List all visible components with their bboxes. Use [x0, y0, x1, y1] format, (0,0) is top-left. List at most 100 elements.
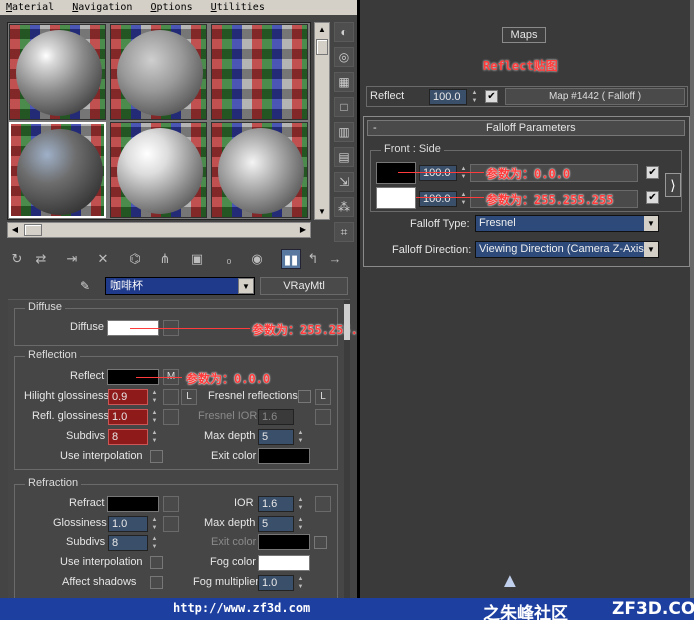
menu-options[interactable]: Options [150, 2, 192, 13]
falloff-direction-select[interactable]: Viewing Direction (Camera Z-Axis) [475, 241, 659, 258]
collapse-icon[interactable]: - [373, 122, 377, 134]
spinner-icon[interactable]: ▲ ▼ [150, 429, 159, 445]
chevron-down-icon[interactable]: ▼ [644, 216, 658, 231]
fog-color-swatch[interactable] [258, 555, 310, 571]
exit-color-swatch[interactable] [258, 448, 310, 464]
spinner-icon[interactable]: ▲ ▼ [150, 516, 159, 532]
material-name-field[interactable]: 咖啡杯 [105, 277, 255, 295]
spinner-icon[interactable]: ▲ ▼ [296, 496, 305, 512]
put-to-library-icon[interactable]: ▣ [187, 249, 207, 269]
background-icon[interactable]: ▦ [334, 72, 354, 92]
sample-slot[interactable] [110, 24, 207, 120]
refract-map-button[interactable] [163, 496, 179, 512]
slots-horizontal-scrollbar[interactable]: ◀ ▶ [7, 222, 311, 238]
swap-colors-icon[interactable]: ⟩ [665, 173, 681, 197]
backlight-icon[interactable]: ◎ [334, 47, 354, 67]
spinner-icon[interactable]: ▲ ▼ [150, 389, 159, 405]
eyedropper-icon[interactable]: ✎ [80, 277, 98, 295]
scroll-thumb[interactable] [344, 304, 350, 340]
side-amount-field[interactable]: 100.0 [419, 191, 457, 207]
sample-type-icon[interactable]: ◐ [334, 22, 354, 42]
spinner-icon[interactable]: ▲ ▼ [150, 535, 159, 551]
go-forward-icon[interactable]: → [325, 249, 345, 269]
falloff-rollout-header[interactable]: - Falloff Parameters [367, 120, 685, 136]
scroll-up-icon[interactable]: ▲ [316, 24, 328, 36]
scroll-thumb[interactable] [316, 39, 328, 55]
scroll-thumb[interactable] [24, 224, 42, 236]
spinner-icon[interactable]: ▲ ▼ [296, 429, 305, 445]
fresnel-reflections-checkbox[interactable] [298, 390, 311, 403]
select-by-material-icon[interactable]: ⁂ [334, 197, 354, 217]
refraction-interpolation-checkbox[interactable] [150, 556, 163, 569]
hilight-lock-button[interactable]: L [181, 389, 197, 405]
reset-map-icon[interactable]: ✕ [93, 249, 113, 269]
copy-material-icon[interactable]: ⌬ [125, 249, 145, 269]
fog-multiplier-field[interactable]: 1.0 [258, 575, 294, 591]
refraction-glossiness-field[interactable]: 1.0 [108, 516, 148, 532]
slots-vertical-scrollbar[interactable]: ▲ ▼ [314, 22, 330, 220]
refraction-exit-color-swatch[interactable] [258, 534, 310, 550]
go-to-parent-icon[interactable]: ↰ [303, 249, 323, 269]
sample-slot[interactable] [211, 122, 308, 218]
ior-map-button[interactable] [315, 496, 331, 512]
reflect-map-button[interactable]: Map #1442 ( Falloff ) [505, 88, 685, 105]
affect-shadows-checkbox[interactable] [150, 576, 163, 589]
menu-navigation[interactable]: Navigation [72, 2, 132, 13]
refraction-max-depth-field[interactable]: 5 [258, 516, 294, 532]
fresnel-ior-field[interactable]: 1.6 [258, 409, 294, 425]
spinner-icon[interactable]: ▲ ▼ [150, 409, 159, 425]
put-to-scene-icon[interactable]: ⇄ [31, 249, 51, 269]
reflect-map-checkbox[interactable]: ✔ [485, 90, 498, 103]
front-map-checkbox[interactable]: ✔ [646, 166, 659, 179]
reflect-amount-field[interactable]: 100.0 [429, 89, 467, 105]
video-check-icon[interactable]: ▥ [334, 122, 354, 142]
sample-slot[interactable] [211, 24, 308, 120]
fresnel-lock-button[interactable]: L [315, 389, 331, 405]
spinner-icon[interactable]: ▲ ▼ [459, 165, 468, 181]
make-unique-icon[interactable]: ⋔ [155, 249, 175, 269]
spinner-icon[interactable]: ▲ ▼ [470, 89, 479, 105]
exit-color-checkbox[interactable] [314, 536, 327, 549]
show-map-icon[interactable]: ◉ [247, 249, 267, 269]
menu-utilities[interactable]: Utilities [211, 2, 265, 13]
material-id-icon[interactable]: ₀ [219, 249, 239, 269]
hilight-map-button[interactable] [163, 389, 179, 405]
material-type-button[interactable]: VRayMtl [260, 277, 348, 295]
hilight-glossiness-field[interactable]: 0.9 [108, 389, 148, 405]
refl-gloss-map-button[interactable] [163, 409, 179, 425]
material-navigator-icon[interactable]: ⌗ [334, 222, 354, 242]
chevron-down-icon[interactable]: ▼ [644, 242, 658, 257]
reflection-subdivs-field[interactable]: 8 [108, 429, 148, 445]
side-color-swatch[interactable] [376, 187, 416, 209]
assign-material-icon[interactable]: ⇥ [62, 249, 82, 269]
watermark-url[interactable]: http://www.zf3d.com [173, 601, 310, 615]
scroll-left-icon[interactable]: ◀ [9, 224, 21, 236]
scroll-down-icon[interactable]: ▼ [316, 206, 328, 218]
spinner-icon[interactable]: ▲ ▼ [296, 575, 305, 591]
glossiness-map-button[interactable] [163, 516, 179, 532]
reflection-max-depth-field[interactable]: 5 [258, 429, 294, 445]
refl-glossiness-field[interactable]: 1.0 [108, 409, 148, 425]
show-end-result-icon[interactable]: ▮▮ [281, 249, 301, 269]
get-material-icon[interactable]: ↻ [7, 249, 27, 269]
sample-slot-active[interactable] [9, 122, 106, 218]
refract-color-swatch[interactable] [107, 496, 159, 512]
parameters-scrollbar[interactable] [344, 300, 350, 598]
falloff-type-select[interactable]: Fresnel [475, 215, 659, 232]
ior-field[interactable]: 1.6 [258, 496, 294, 512]
side-map-checkbox[interactable]: ✔ [646, 191, 659, 204]
front-color-swatch[interactable] [376, 162, 416, 184]
refraction-subdivs-field[interactable]: 8 [108, 535, 148, 551]
use-interpolation-checkbox[interactable] [150, 450, 163, 463]
uv-tiling-icon[interactable]: □ [334, 97, 354, 117]
make-preview-icon[interactable]: ▤ [334, 147, 354, 167]
fresnel-ior-map-button[interactable] [315, 409, 331, 425]
spinner-icon[interactable]: ▲ ▼ [459, 191, 468, 207]
spinner-icon[interactable]: ▲ ▼ [296, 516, 305, 532]
maps-rollout-button[interactable]: Maps [502, 27, 546, 43]
menu-material[interactable]: Material [6, 2, 54, 13]
sample-slot[interactable] [110, 122, 207, 218]
scroll-right-icon[interactable]: ▶ [297, 224, 309, 236]
front-amount-field[interactable]: 100.0 [419, 165, 457, 181]
options-icon[interactable]: ⇲ [334, 172, 354, 192]
